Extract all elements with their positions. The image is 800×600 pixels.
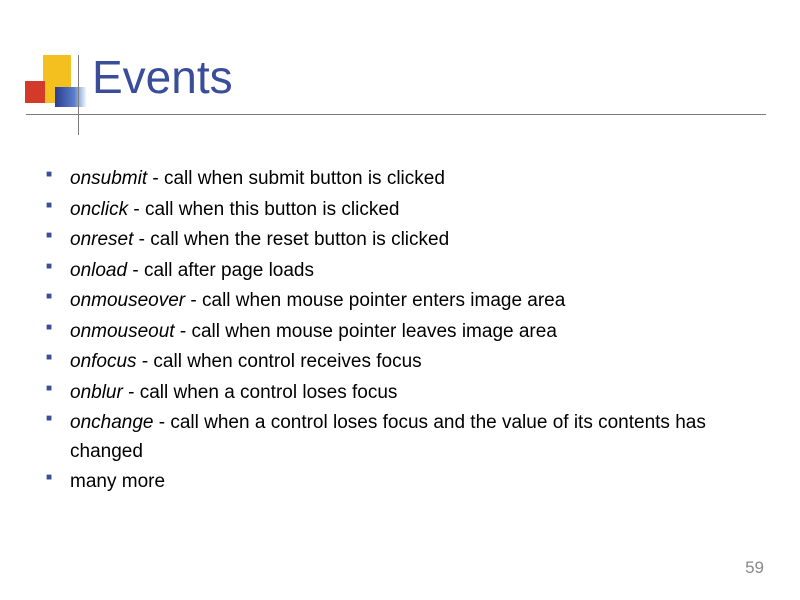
slide-content: onsubmit - call when submit button is cl… bbox=[44, 165, 760, 499]
event-name: onreset bbox=[70, 229, 133, 250]
decoration-line-vertical bbox=[78, 55, 79, 135]
event-name: onchange bbox=[70, 412, 153, 433]
event-desc: - call when mouse pointer leaves image a… bbox=[175, 321, 557, 342]
event-name: onload bbox=[70, 260, 127, 281]
decoration-line-horizontal bbox=[26, 114, 766, 115]
list-item: onclick - call when this button is click… bbox=[44, 196, 760, 225]
event-desc: - call when a control loses focus bbox=[123, 382, 398, 403]
list-item: onmouseout - call when mouse pointer lea… bbox=[44, 318, 760, 347]
event-desc: many more bbox=[70, 471, 165, 492]
event-desc: - call after page loads bbox=[127, 260, 314, 281]
list-item: onmouseover - call when mouse pointer en… bbox=[44, 287, 760, 316]
event-name: onmouseout bbox=[70, 321, 175, 342]
event-desc: - call when a control loses focus and th… bbox=[70, 412, 706, 462]
list-item: onload - call after page loads bbox=[44, 257, 760, 286]
list-item: many more bbox=[44, 468, 760, 497]
list-item: onfocus - call when control receives foc… bbox=[44, 348, 760, 377]
event-desc: - call when the reset button is clicked bbox=[133, 229, 449, 250]
decoration-blue bbox=[55, 87, 87, 107]
event-name: onblur bbox=[70, 382, 123, 403]
event-desc: - call when submit button is clicked bbox=[147, 168, 445, 189]
event-name: onsubmit bbox=[70, 168, 147, 189]
event-name: onclick bbox=[70, 199, 128, 220]
page-number: 59 bbox=[745, 558, 764, 578]
list-item: onchange - call when a control loses foc… bbox=[44, 409, 760, 466]
event-list: onsubmit - call when submit button is cl… bbox=[44, 165, 760, 497]
list-item: onreset - call when the reset button is … bbox=[44, 226, 760, 255]
list-item: onsubmit - call when submit button is cl… bbox=[44, 165, 760, 194]
event-name: onmouseover bbox=[70, 290, 185, 311]
list-item: onblur - call when a control loses focus bbox=[44, 379, 760, 408]
decoration-red bbox=[25, 81, 45, 103]
slide-decoration bbox=[25, 55, 85, 115]
event-desc: - call when control receives focus bbox=[137, 351, 422, 372]
event-name: onfocus bbox=[70, 351, 137, 372]
event-desc: - call when mouse pointer enters image a… bbox=[185, 290, 565, 311]
event-desc: - call when this button is clicked bbox=[128, 199, 399, 220]
slide-title: Events bbox=[92, 50, 233, 104]
